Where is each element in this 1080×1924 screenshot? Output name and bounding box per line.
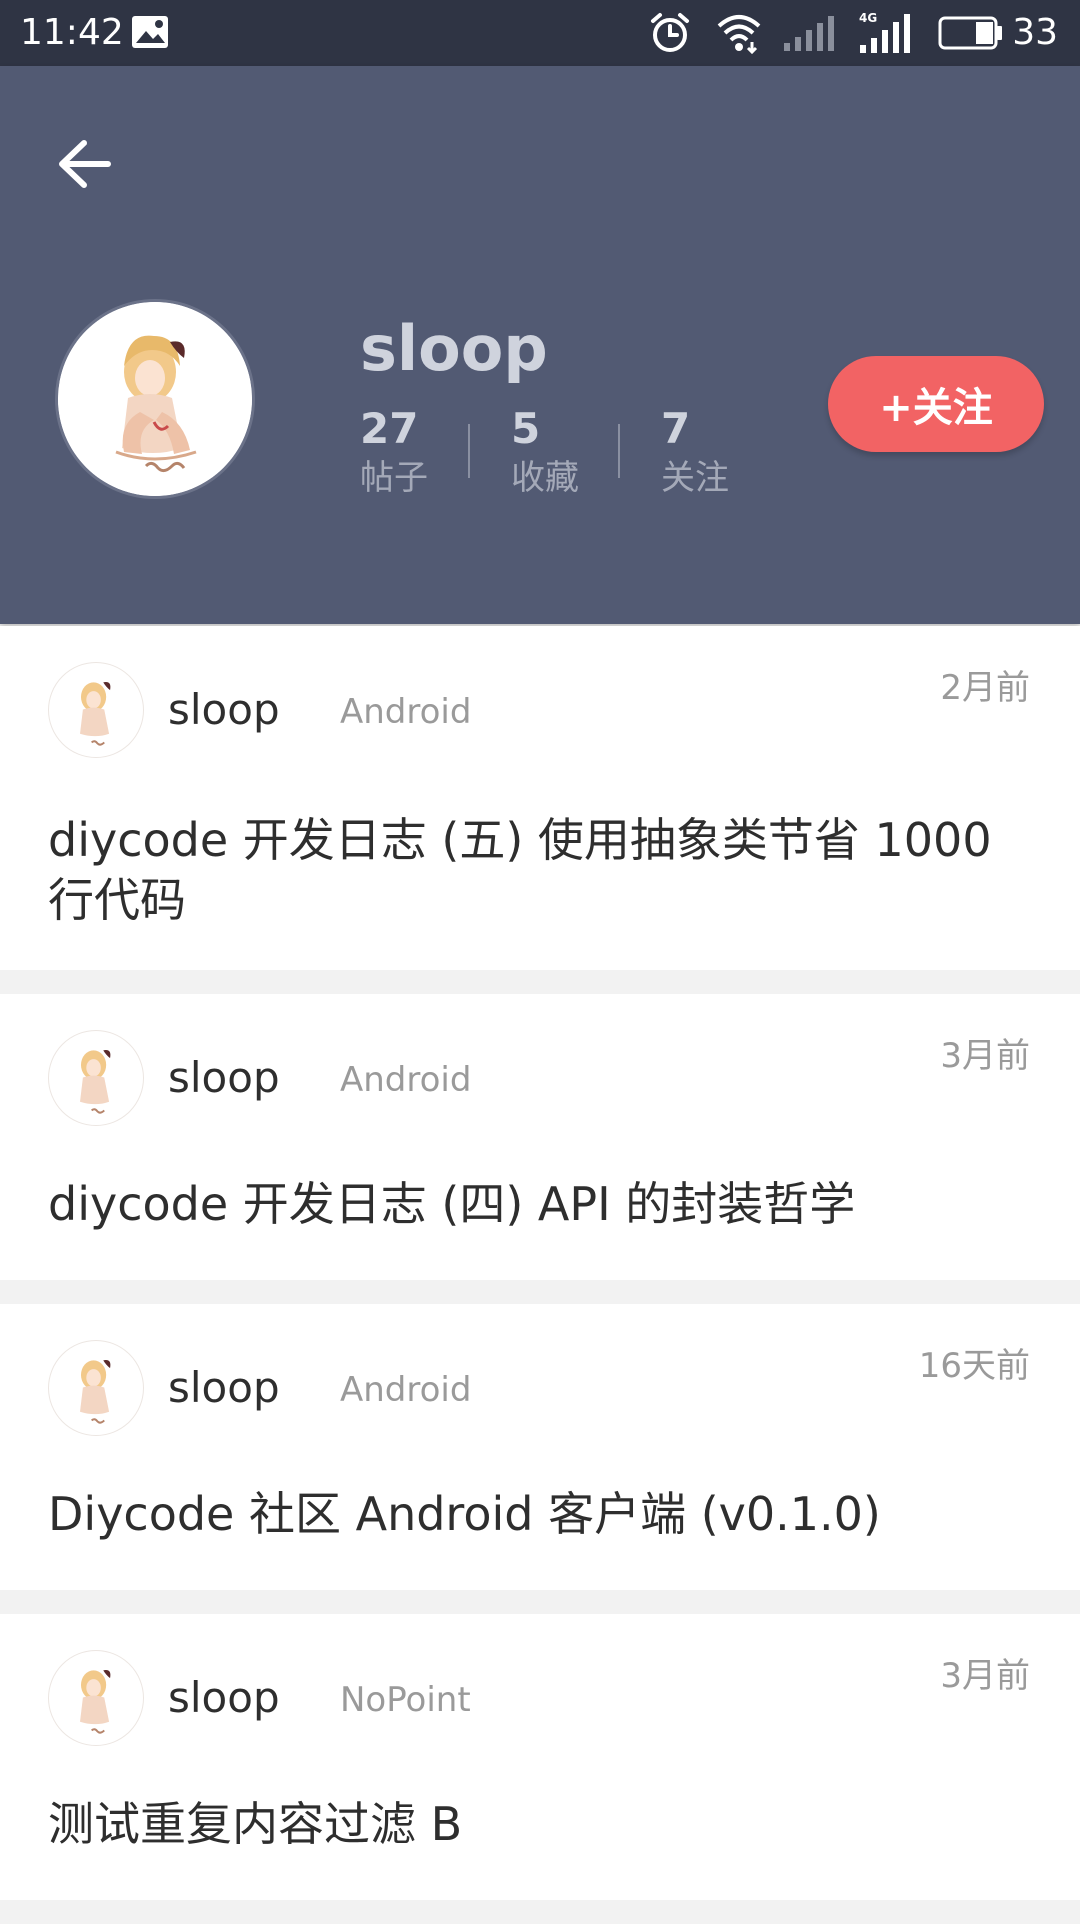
post-card[interactable]: sloop Android 2月前 diycode 开发日志 (五) 使用抽象类… (0, 626, 1080, 970)
author-avatar[interactable] (48, 1650, 144, 1746)
avatar-illustration (80, 1360, 111, 1424)
post-node[interactable]: Android (340, 1058, 471, 1102)
stat-divider (618, 424, 620, 478)
stat-favorites[interactable]: 5 收藏 (511, 404, 631, 500)
stat-favorites-label: 收藏 (511, 458, 579, 498)
stat-posts-label: 帖子 (360, 458, 428, 498)
post-title[interactable]: diycode 开发日志 (四) API 的封装哲学 (48, 1174, 1032, 1234)
post-node[interactable]: NoPoint (340, 1678, 471, 1722)
post-author[interactable]: sloop (168, 1052, 280, 1104)
post-time: 3月前 (940, 1036, 1030, 1076)
author-avatar[interactable] (48, 1340, 144, 1436)
status-icons: 4G 33 (648, 8, 1058, 58)
stat-following-label: 关注 (661, 458, 729, 498)
post-card[interactable]: sloop NoPoint 3月前 测试重复内容过滤 B (0, 1614, 1080, 1900)
follow-button[interactable]: +关注 (828, 356, 1044, 452)
author-avatar[interactable] (48, 662, 144, 758)
post-time: 16天前 (918, 1346, 1030, 1386)
battery-percent: 33 (1012, 12, 1058, 53)
post-time: 2月前 (940, 668, 1030, 708)
stat-favorites-count: 5 (511, 404, 541, 453)
author-avatar[interactable] (48, 1030, 144, 1126)
stat-posts-count: 27 (360, 404, 419, 453)
post-list: sloop Android 2月前 diycode 开发日志 (五) 使用抽象类… (0, 626, 1080, 1924)
back-button[interactable] (44, 124, 124, 204)
avatar-illustration (80, 682, 111, 746)
signal-icon (784, 16, 835, 51)
stat-posts[interactable]: 27 帖子 (360, 404, 480, 500)
avatar-illustration (80, 1050, 111, 1114)
post-card[interactable]: sloop Android 3月前 diycode 开发日志 (四) API 的… (0, 994, 1080, 1280)
post-title[interactable]: 测试重复内容过滤 B (48, 1794, 1032, 1854)
alarm-icon (651, 13, 690, 52)
signal-4g-icon: 4G (859, 11, 911, 53)
wifi-icon (717, 15, 761, 54)
network-type-label: 4G (859, 11, 877, 25)
post-title[interactable]: Diycode 社区 Android 客户端 (v0.1.0) (48, 1484, 1032, 1544)
profile-avatar[interactable] (58, 302, 252, 496)
post-time: 3月前 (940, 1656, 1030, 1696)
post-author[interactable]: sloop (168, 1672, 280, 1724)
avatar-illustration (58, 302, 252, 496)
stat-following-count: 7 (661, 404, 691, 453)
profile-username: sloop (360, 312, 548, 385)
post-node[interactable]: Android (340, 690, 471, 734)
post-card[interactable]: sloop Android 16天前 Diycode 社区 Android 客户… (0, 1304, 1080, 1590)
profile-header: sloop 27 帖子 5 收藏 7 关注 +关注 (0, 66, 1080, 624)
post-title[interactable]: diycode 开发日志 (五) 使用抽象类节省 1000 行代码 (48, 810, 1032, 930)
stat-divider (468, 424, 470, 478)
post-author[interactable]: sloop (168, 1362, 280, 1414)
status-time: 11:42 (20, 12, 124, 53)
arrow-left-icon (59, 140, 111, 188)
gallery-icon (132, 16, 168, 48)
post-author[interactable]: sloop (168, 684, 280, 736)
stat-following[interactable]: 7 关注 (661, 404, 781, 500)
status-bar: 11:42 4G 33 (0, 0, 1080, 66)
avatar-illustration (80, 1670, 111, 1734)
battery-icon (938, 16, 1003, 50)
post-node[interactable]: Android (340, 1368, 471, 1412)
